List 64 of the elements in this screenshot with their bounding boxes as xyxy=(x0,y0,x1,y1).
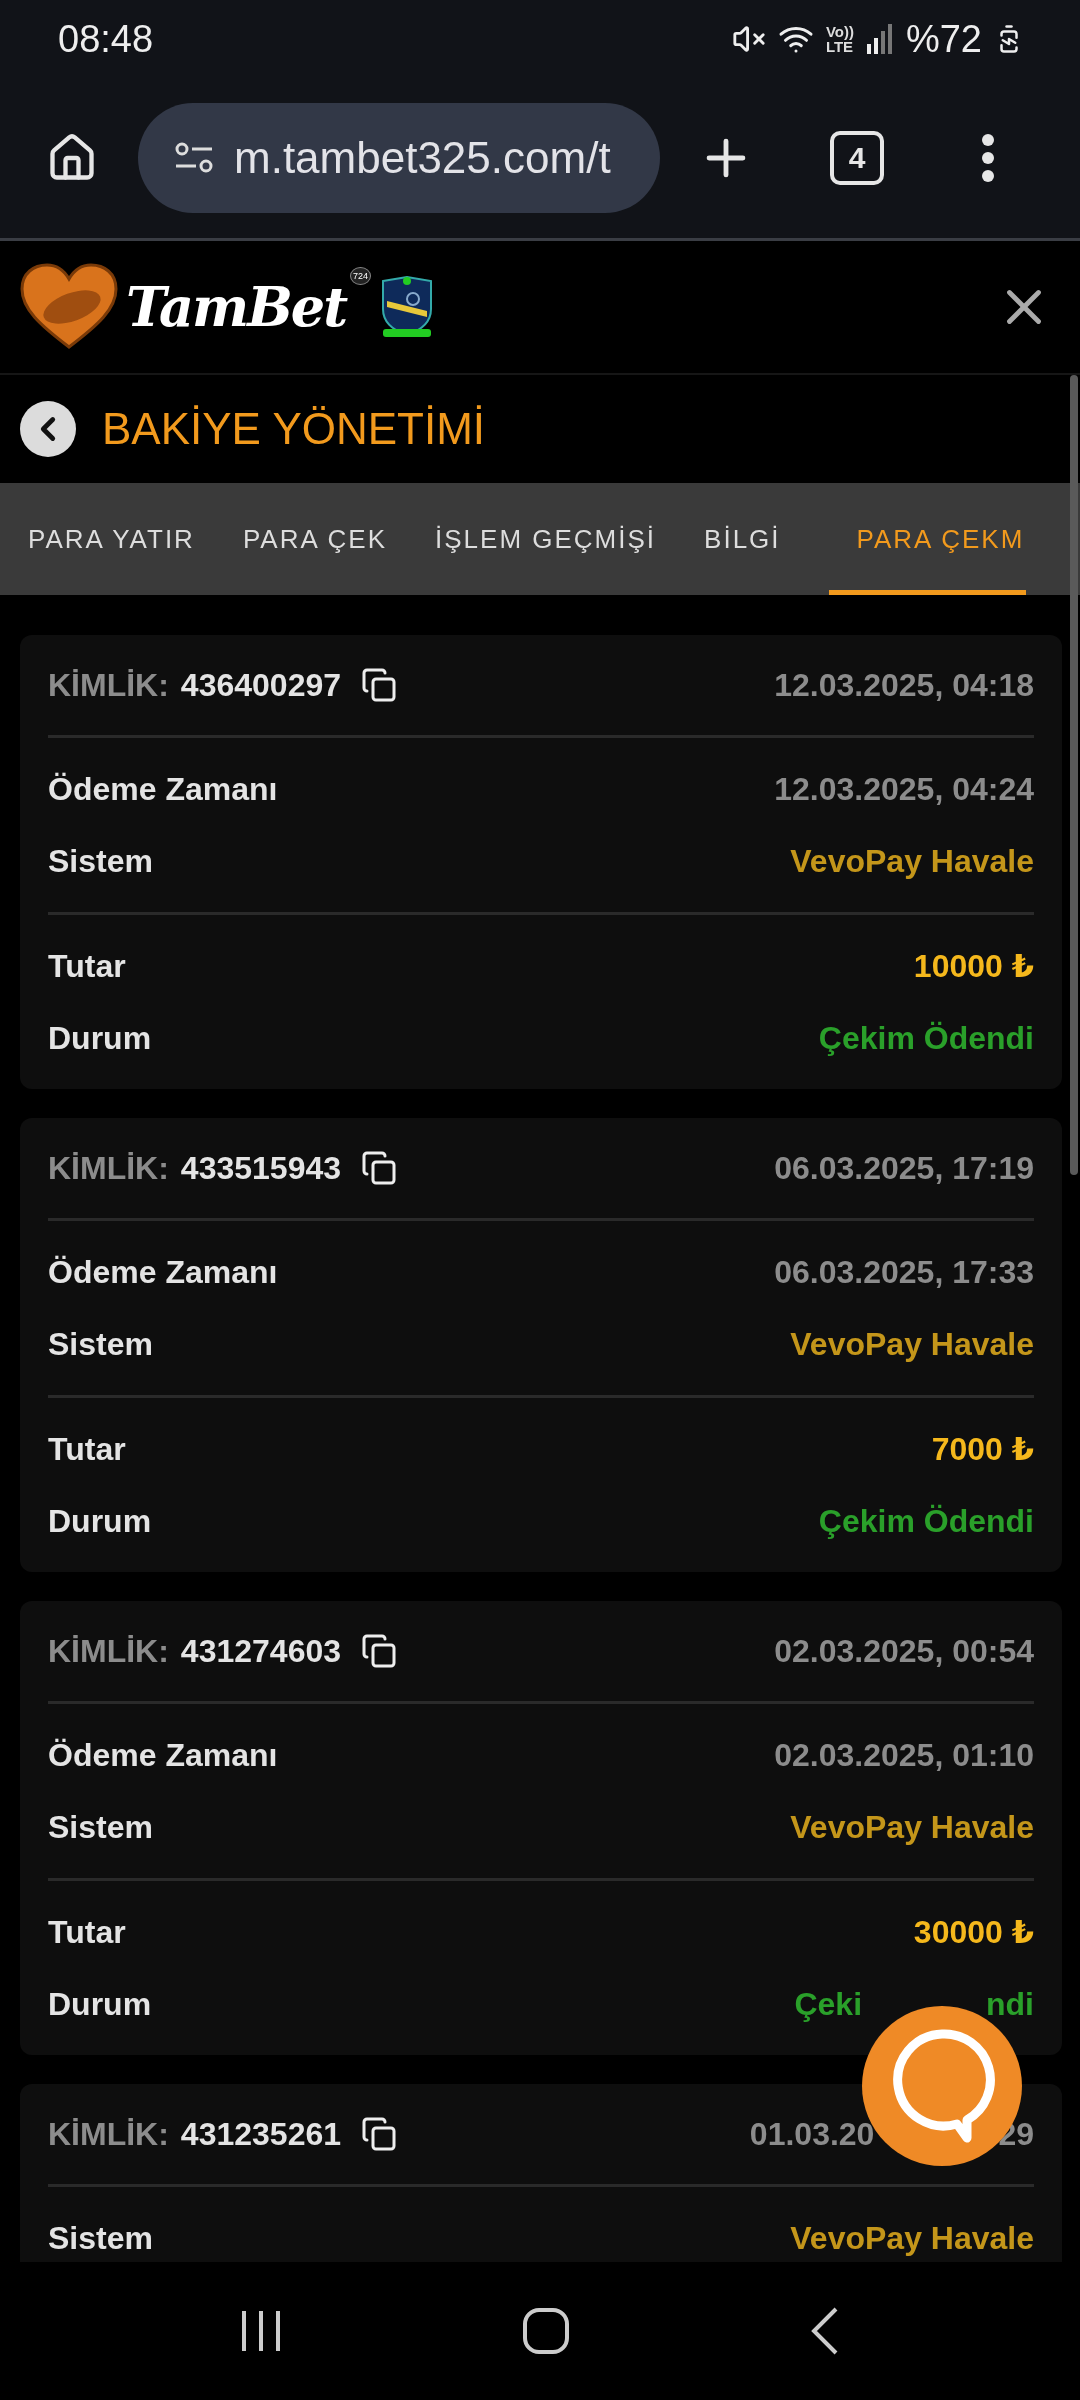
back-nav-icon[interactable] xyxy=(810,2306,840,2356)
field-value: ndi xyxy=(986,1985,1034,2023)
created-date: 06.03.2025, 17:19 xyxy=(774,1149,1034,1187)
created-date: 12.03.2025, 04:18 xyxy=(774,666,1034,704)
id-value: 436400297 xyxy=(180,666,342,704)
field-value: 30000 ₺ xyxy=(913,1913,1034,1951)
id-label: KİMLİK: xyxy=(48,666,169,704)
tab[interactable]: PARA YATIR xyxy=(28,483,197,595)
created-date: 01.03.20 xyxy=(749,2115,875,2153)
field-value: VevoPay Havale xyxy=(790,1325,1034,1363)
field-value: Çeki xyxy=(794,1985,862,2023)
field-label: Sistem xyxy=(48,2219,153,2257)
status-time: 08:48 xyxy=(58,17,155,61)
id-label: KİMLİK: xyxy=(48,1632,169,1670)
id-value: 433515943 xyxy=(180,1149,342,1187)
field-label: Durum xyxy=(48,1502,152,1540)
field-label: Tutar xyxy=(48,1913,126,1951)
id-label: KİMLİK: xyxy=(48,1149,169,1187)
field-label: Tutar xyxy=(48,1430,126,1468)
field-label: Durum xyxy=(48,1985,152,2023)
field-label: Ödeme Zamanı xyxy=(48,1253,278,1291)
back-button[interactable] xyxy=(20,401,76,457)
address-bar[interactable]: m.tambet325.com/t xyxy=(138,103,660,213)
tab[interactable]: PARA ÇEK xyxy=(242,483,390,595)
field-value: 02.03.2025, 01:10 xyxy=(774,1736,1034,1774)
field-label: Sistem xyxy=(48,842,153,880)
menu-icon xyxy=(981,133,995,183)
tab[interactable]: PARA ÇEKM xyxy=(828,483,1027,595)
id-label: KİMLİK: xyxy=(48,2115,169,2153)
field-label: Sistem xyxy=(48,1325,153,1363)
field-label: Ödeme Zamanı xyxy=(48,770,278,808)
copy-icon[interactable] xyxy=(361,1150,398,1186)
copy-icon[interactable] xyxy=(361,2116,398,2152)
heart-logo-icon xyxy=(20,263,118,351)
field-label: Durum xyxy=(48,1019,152,1057)
logo-text: TamBet xyxy=(126,275,347,339)
field-value: Çekim Ödendi xyxy=(818,1502,1034,1540)
field-label: Tutar xyxy=(48,947,126,985)
field-label: Ödeme Zamanı xyxy=(48,1736,278,1774)
field-value: VevoPay Havale xyxy=(790,1808,1034,1846)
signal-icon xyxy=(865,24,894,54)
field-value: Çekim Ödendi xyxy=(818,1019,1034,1057)
copy-icon[interactable] xyxy=(361,667,398,703)
tab[interactable]: İŞLEM GEÇMİŞİ xyxy=(435,483,659,595)
field-value: VevoPay Havale xyxy=(790,2219,1034,2257)
copy-icon[interactable] xyxy=(361,1633,398,1669)
tab-count-button[interactable]: 4 xyxy=(830,131,884,185)
field-value: 12.03.2025, 04:24 xyxy=(774,770,1034,808)
field-value: VevoPay Havale xyxy=(790,842,1034,880)
page-title: BAKİYE YÖNETİMİ xyxy=(102,404,486,454)
logo-badge: 724 xyxy=(350,267,372,285)
id-value: 431274603 xyxy=(180,1632,342,1670)
home-nav-icon[interactable] xyxy=(522,2307,570,2355)
field-value: 10000 ₺ xyxy=(913,947,1034,985)
created-date: 02.03.2025, 00:54 xyxy=(774,1632,1034,1670)
id-value: 431235261 xyxy=(180,2115,342,2153)
recent-apps-icon[interactable] xyxy=(240,2309,282,2353)
field-value: 06.03.2025, 17:33 xyxy=(774,1253,1034,1291)
site-settings-icon xyxy=(174,142,214,174)
network-type: Vo)) LTE xyxy=(825,24,854,54)
battery-level: %72 xyxy=(905,17,982,61)
tab[interactable]: BİLGİ xyxy=(704,483,783,595)
field-label: Sistem xyxy=(48,1808,153,1846)
field-value: 7000 ₺ xyxy=(931,1430,1034,1468)
